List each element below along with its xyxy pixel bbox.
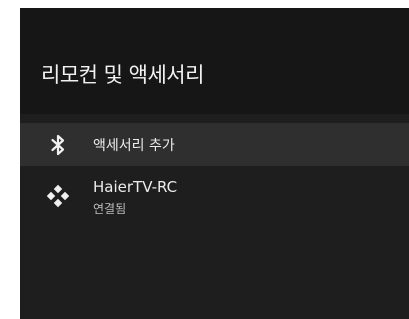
bluetooth-icon	[46, 133, 70, 157]
device-name: HaierTV-RC	[93, 178, 178, 196]
add-accessory-label: 액세서리 추가	[93, 138, 175, 154]
add-accessory-item[interactable]: 액세서리 추가	[20, 123, 409, 166]
page-title: 리모컨 및 액세서리	[41, 63, 204, 87]
gamepad-icon	[46, 184, 70, 208]
device-status: 연결됨	[93, 202, 127, 216]
panel-header: 리모컨 및 액세서리	[20, 8, 409, 114]
settings-panel: 리모컨 및 액세서리 액세서리 추가 HaierTV-RC 연결됨	[20, 8, 409, 319]
device-item-haiertv-rc[interactable]: HaierTV-RC 연결됨	[20, 168, 409, 226]
